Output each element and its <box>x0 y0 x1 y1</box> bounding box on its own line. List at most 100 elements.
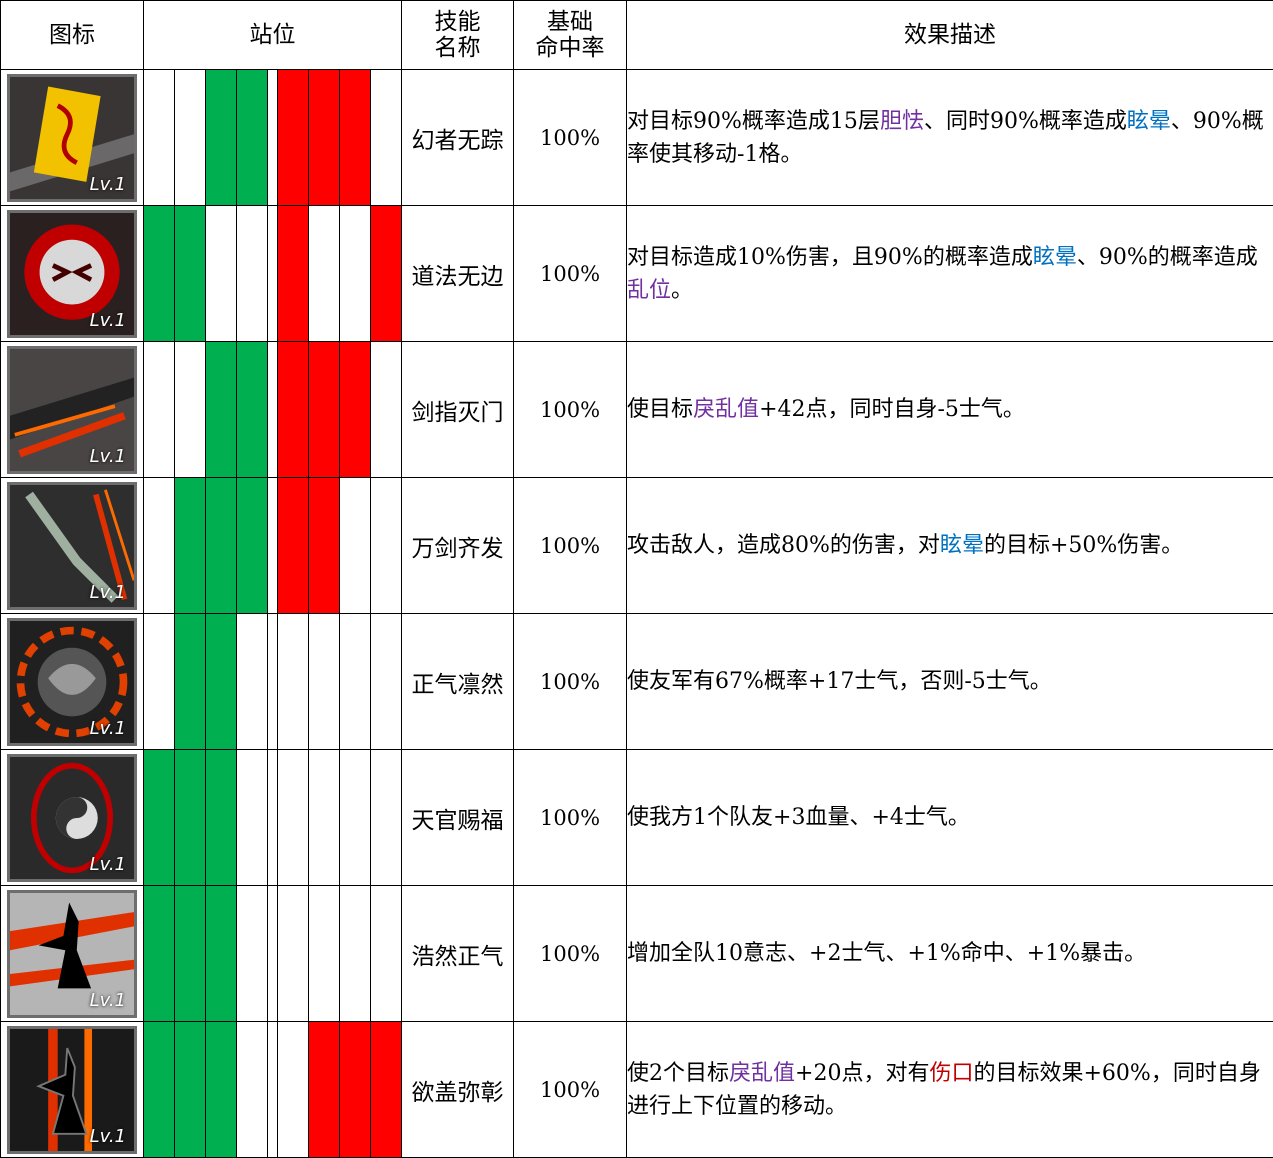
enemy-position-1-active <box>278 478 309 614</box>
ally-position-4-inactive <box>237 886 268 1022</box>
ally-position-4-inactive <box>237 206 268 342</box>
enemy-position-4-inactive <box>371 478 402 614</box>
sword-strike-icon: Lv.1 <box>7 346 137 474</box>
table-row: Lv.1 天官赐福100%使我方1个队友+3血量、+4士气。 <box>1 750 1273 886</box>
enemy-position-3-inactive <box>340 206 371 342</box>
ally-position-1-active <box>144 1022 175 1158</box>
ally-position-3-active <box>206 886 237 1022</box>
ally-position-4-inactive <box>237 1022 268 1158</box>
effect-text: 对目标造成10%伤害，且90%的概率造成 <box>627 245 1033 270</box>
enemy-position-2-inactive <box>309 614 340 750</box>
skill-name: 浩然正气 <box>402 886 514 1022</box>
header-skill-name: 技能 名称 <box>402 1 514 70</box>
header-effect: 效果描述 <box>627 1 1273 70</box>
position-separator <box>268 614 278 750</box>
skill-name: 道法无边 <box>402 206 514 342</box>
skill-name: 剑指灭门 <box>402 342 514 478</box>
enemy-position-3-inactive <box>340 614 371 750</box>
skill-level-label: Lv.1 <box>90 1126 126 1147</box>
enemy-position-4-inactive <box>371 886 402 1022</box>
effect-text: 对目标90%概率造成15层 <box>627 109 880 134</box>
skill-name: 欲盖弥彰 <box>402 1022 514 1158</box>
effect-keyword: 乱位 <box>627 278 671 303</box>
skill-level-label: Lv.1 <box>90 990 126 1011</box>
effect-text: 使2个目标 <box>627 1061 729 1086</box>
effect-text: 使我方1个队友+3血量、+4士气。 <box>627 805 970 830</box>
demon-face-icon: Lv.1 <box>7 210 137 338</box>
enemy-position-2-active <box>309 478 340 614</box>
header-skill-name-line2: 名称 <box>402 35 513 61</box>
hit-rate: 100% <box>514 478 627 614</box>
header-position: 站位 <box>144 1 402 70</box>
enemy-position-1-active <box>278 70 309 206</box>
enemy-position-3-active <box>340 70 371 206</box>
enemy-position-3-active <box>340 1022 371 1158</box>
skill-icon-cell: Lv.1 <box>1 750 144 886</box>
enemy-position-4-active <box>371 206 402 342</box>
ally-position-4-active <box>237 342 268 478</box>
effect-keyword: 眩晕 <box>1033 245 1077 270</box>
enemy-position-4-inactive <box>371 750 402 886</box>
table-row: Lv.1 道法无边100%对目标造成10%伤害，且90%的概率造成眩晕、90%的概… <box>1 206 1273 342</box>
ally-position-3-active <box>206 1022 237 1158</box>
skill-icon-cell: Lv.1 <box>1 342 144 478</box>
skill-name: 天官赐福 <box>402 750 514 886</box>
effect-text: 、同时90%概率造成 <box>924 109 1127 134</box>
effect-description: 使目标戾乱值+42点，同时自身-5士气。 <box>627 342 1273 478</box>
table-row: Lv.1浩然正气100%增加全队10意志、+2士气、+1%命中、+1%暴击。 <box>1 886 1273 1022</box>
skill-name: 万剑齐发 <box>402 478 514 614</box>
table-row: Lv.1万剑齐发100%攻击敌人，造成80%的伤害，对眩晕的目标+50%伤害。 <box>1 478 1273 614</box>
ally-position-4-inactive <box>237 750 268 886</box>
hit-rate: 100% <box>514 70 627 206</box>
enemy-position-2-active <box>309 342 340 478</box>
effect-text: 。 <box>671 278 693 303</box>
ally-position-2-inactive <box>175 342 206 478</box>
effect-keyword: 眩晕 <box>940 533 984 558</box>
sword-volley-icon: Lv.1 <box>7 482 137 610</box>
skills-table: 图标 站位 技能 名称 基础 命中率 效果描述 Lv.1幻者无踪100%对目标9… <box>0 0 1273 1158</box>
hit-rate: 100% <box>514 614 627 750</box>
enemy-position-2-inactive <box>309 750 340 886</box>
ally-position-4-active <box>237 478 268 614</box>
hit-rate: 100% <box>514 750 627 886</box>
effect-text: 、90%的概率造成 <box>1077 245 1258 270</box>
ally-position-2-active <box>175 614 206 750</box>
effect-description: 增加全队10意志、+2士气、+1%命中、+1%暴击。 <box>627 886 1273 1022</box>
effect-description: 对目标90%概率造成15层胆怯、同时90%概率造成眩晕、90%概率使其移动-1格… <box>627 70 1273 206</box>
ally-position-3-inactive <box>206 206 237 342</box>
skill-level-label: Lv.1 <box>90 446 126 467</box>
hit-rate: 100% <box>514 206 627 342</box>
effect-description: 使友军有67%概率+17士气，否则-5士气。 <box>627 614 1273 750</box>
ally-position-3-active <box>206 478 237 614</box>
ally-position-1-inactive <box>144 478 175 614</box>
skill-icon-cell: Lv.1 <box>1 614 144 750</box>
position-separator <box>268 750 278 886</box>
skill-name: 正气凛然 <box>402 614 514 750</box>
skill-level-label: Lv.1 <box>90 174 126 195</box>
enemy-position-3-inactive <box>340 886 371 1022</box>
effect-text: 使目标 <box>627 397 693 422</box>
skill-icon-cell: Lv.1 <box>1 1022 144 1158</box>
enemy-position-1-inactive <box>278 1022 309 1158</box>
effect-keyword: 眩晕 <box>1127 109 1171 134</box>
ally-position-1-inactive <box>144 614 175 750</box>
ally-position-1-active <box>144 206 175 342</box>
ally-position-1-inactive <box>144 70 175 206</box>
position-separator <box>268 70 278 206</box>
enemy-position-1-inactive <box>278 614 309 750</box>
ally-position-3-active <box>206 70 237 206</box>
ally-position-1-active <box>144 750 175 886</box>
effect-text: 攻击敌人，造成80%的伤害，对 <box>627 533 940 558</box>
effect-keyword: 戾乱值 <box>729 1061 795 1086</box>
enemy-position-2-inactive <box>309 886 340 1022</box>
hit-rate: 100% <box>514 342 627 478</box>
enemy-position-2-inactive <box>309 206 340 342</box>
header-row: 图标 站位 技能 名称 基础 命中率 效果描述 <box>1 1 1273 70</box>
table-row: Lv.1幻者无踪100%对目标90%概率造成15层胆怯、同时90%概率造成眩晕、… <box>1 70 1273 206</box>
enemy-position-4-inactive <box>371 70 402 206</box>
ally-position-2-active <box>175 206 206 342</box>
ally-position-2-active <box>175 478 206 614</box>
skill-rows: Lv.1幻者无踪100%对目标90%概率造成15层胆怯、同时90%概率造成眩晕、… <box>1 70 1273 1158</box>
ally-position-1-active <box>144 886 175 1022</box>
ally-position-3-active <box>206 614 237 750</box>
